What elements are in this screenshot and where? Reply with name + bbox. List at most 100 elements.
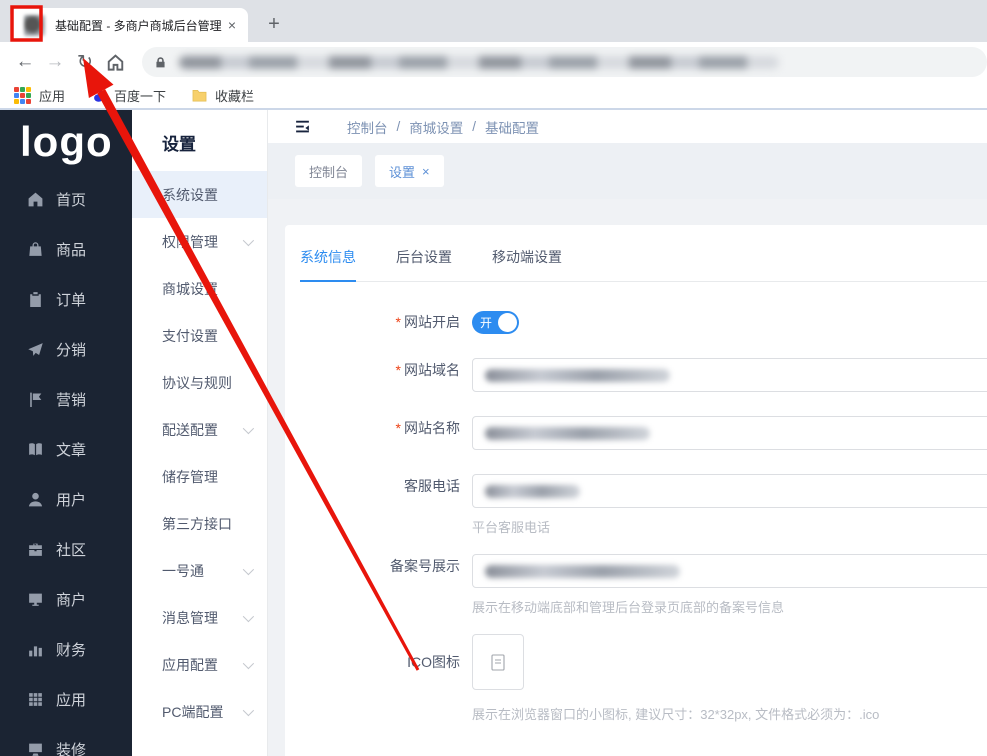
breadcrumb: 控制台 / 商城设置 / 基础配置 (347, 117, 548, 137)
settings-item-agreement[interactable]: 协议与规则 (132, 359, 267, 406)
toggle-knob (498, 313, 517, 332)
address-bar[interactable] (142, 47, 987, 77)
form-row-service-phone: 客服电话 平台客服电话 (300, 474, 987, 536)
system-info-form: * 网站开启 开 * 网站域名 * 网站名称 客服电话 平台客服电话 备案号展示… (300, 310, 987, 723)
baidu-paw-icon (92, 88, 105, 102)
sidebar-item-distribution[interactable]: 分销 (0, 324, 132, 374)
tab-backend-settings[interactable]: 后台设置 (396, 247, 452, 281)
main-area: 控制台 / 商城设置 / 基础配置 控制台 设置 × 系统信息 后台设置 移动端… (268, 110, 987, 756)
refresh-icon[interactable]: ↻ (70, 47, 100, 77)
settings-item-pcconfig[interactable]: PC端配置 (132, 688, 267, 735)
sidebar-item-home[interactable]: 首页 (0, 174, 132, 224)
site-name-input[interactable] (472, 416, 987, 450)
storefront-icon (29, 593, 42, 606)
sidebar-item-merchants[interactable]: 商户 (0, 574, 132, 624)
forward-icon[interactable]: → (40, 47, 70, 77)
breadcrumb-separator: / (472, 119, 477, 134)
tab-system-info[interactable]: 系统信息 (300, 247, 356, 282)
bookmark-baidu[interactable]: 百度一下 (91, 86, 166, 105)
chevron-down-icon (242, 657, 255, 670)
breadcrumb-item[interactable]: 控制台 (347, 117, 388, 137)
icp-number-input[interactable] (472, 554, 987, 588)
browser-tab[interactable]: 基础配置 - 多商户商城后台管理 × (10, 8, 248, 42)
sidebar-item-apps[interactable]: 应用 (0, 674, 132, 724)
field-hint: 平台客服电话 (472, 520, 551, 535)
admin-app: logo 首页 商品 订单 分销 营销 文章 用户 社区 商户 财务 应用 装修… (0, 110, 987, 756)
settings-title: 设置 (162, 135, 196, 154)
home-icon (28, 192, 43, 206)
sidebar-item-community[interactable]: 社区 (0, 524, 132, 574)
site-domain-input[interactable] (472, 358, 987, 392)
favicon (24, 14, 45, 36)
tab-mobile-settings[interactable]: 移动端设置 (492, 247, 562, 281)
bookmark-folder[interactable]: 收藏栏 (192, 86, 254, 105)
form-row-site-enable: * 网站开启 开 (300, 310, 987, 334)
breadcrumb-item[interactable]: 商城设置 (409, 117, 463, 137)
masked-value (485, 564, 680, 578)
home-icon[interactable] (100, 47, 130, 77)
sidebar-item-finance[interactable]: 财务 (0, 624, 132, 674)
service-phone-input[interactable] (472, 474, 987, 508)
monitor-icon (29, 743, 42, 756)
bookmark-apps[interactable]: 应用 (14, 86, 65, 105)
clipboard-icon (30, 291, 41, 307)
tag-console[interactable]: 控制台 (295, 155, 363, 187)
chevron-down-icon (242, 563, 255, 576)
tag-settings[interactable]: 设置 × (375, 155, 444, 187)
settings-item-message[interactable]: 消息管理 (132, 594, 267, 641)
form-row-icp-number: 备案号展示 展示在移动端底部和管理后台登录页底部的备案号信息 (300, 554, 987, 616)
settings-item-thirdparty[interactable]: 第三方接口 (132, 500, 267, 547)
lock-icon (156, 56, 165, 67)
field-hint: 展示在浏览器窗口的小图标, 建议尺寸：32*32px, 文件格式必须为：.ico (472, 707, 880, 722)
sidebar-item-decorate[interactable]: 装修 (0, 724, 132, 756)
bag-icon (29, 241, 42, 256)
main-header: 控制台 / 商城设置 / 基础配置 (268, 110, 987, 143)
breadcrumb-item[interactable]: 基础配置 (485, 117, 539, 137)
bookmark-label: 收藏栏 (215, 88, 255, 104)
field-hint: 展示在移动端底部和管理后台登录页底部的备案号信息 (472, 600, 785, 615)
grid-icon (29, 692, 42, 706)
bookmark-label: 百度一下 (114, 88, 167, 104)
required-mark: * (395, 362, 401, 378)
settings-sidebar: 设置 系统设置 权限管理 商城设置 支付设置 协议与规则 配送配置 储存管理 第… (132, 110, 268, 756)
sidebar-item-users[interactable]: 用户 (0, 474, 132, 524)
chevron-down-icon (242, 422, 255, 435)
tag-bar: 控制台 设置 × (268, 143, 987, 199)
sidebar-item-articles[interactable]: 文章 (0, 424, 132, 474)
settings-item-appconfig[interactable]: 应用配置 (132, 641, 267, 688)
image-placeholder-icon (491, 653, 505, 671)
panel-tabs: 系统信息 后台设置 移动端设置 (300, 247, 987, 282)
tab-title: 基础配置 - 多商户商城后台管理 (55, 18, 222, 33)
tag-close-icon[interactable]: × (422, 164, 430, 179)
flag-icon (30, 392, 42, 407)
settings-item-mall[interactable]: 商城设置 (132, 265, 267, 312)
new-tab-button[interactable]: + (260, 10, 288, 38)
sidebar-item-goods[interactable]: 商品 (0, 224, 132, 274)
apps-grid-icon (14, 86, 31, 104)
masked-value (485, 368, 670, 382)
primary-sidebar: logo 首页 商品 订单 分销 营销 文章 用户 社区 商户 财务 应用 装修 (0, 110, 132, 756)
settings-item-yihaotong[interactable]: 一号通 (132, 547, 267, 594)
folder-icon (192, 89, 207, 102)
masked-value (485, 426, 650, 440)
ico-upload-box[interactable] (472, 634, 524, 690)
chevron-down-icon (242, 234, 255, 247)
url-masked (179, 55, 779, 69)
form-row-ico-icon: ICO图标 展示在浏览器窗口的小图标, 建议尺寸：32*32px, 文件格式必须… (300, 634, 987, 723)
chevron-down-icon (242, 610, 255, 623)
sidebar-item-marketing[interactable]: 营销 (0, 374, 132, 424)
back-icon[interactable]: ← (10, 47, 40, 77)
tab-close-icon[interactable]: × (224, 17, 240, 33)
menu-collapse-icon[interactable] (294, 118, 311, 135)
browser-tab-strip: 基础配置 - 多商户商城后台管理 × + (0, 0, 987, 42)
masked-value (485, 484, 580, 498)
settings-item-delivery[interactable]: 配送配置 (132, 406, 267, 453)
settings-item-payment[interactable]: 支付设置 (132, 312, 267, 359)
sidebar-item-orders[interactable]: 订单 (0, 274, 132, 324)
settings-item-permission[interactable]: 权限管理 (132, 218, 267, 265)
user-icon (28, 492, 43, 506)
site-enable-toggle[interactable]: 开 (472, 311, 519, 334)
settings-item-system[interactable]: 系统设置 (132, 171, 267, 218)
bar-chart-icon (29, 645, 42, 656)
settings-item-storage[interactable]: 储存管理 (132, 453, 267, 500)
